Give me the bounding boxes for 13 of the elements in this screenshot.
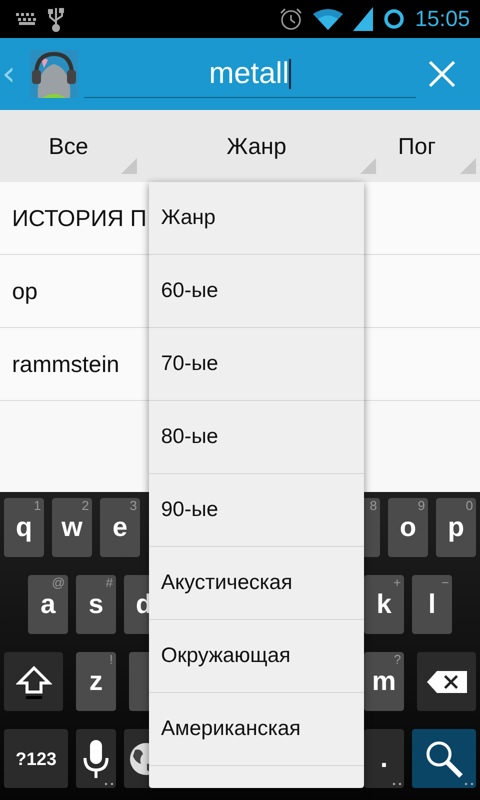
key-hint: 9 — [418, 499, 425, 512]
key-hint: 3 — [130, 499, 137, 512]
key-hint: ? — [394, 653, 401, 666]
key-hint: # — [106, 576, 113, 589]
key-hint: − — [441, 576, 449, 589]
key-hint: 1 — [34, 499, 41, 512]
key-hint: @ — [52, 576, 65, 589]
key-hint: ! — [109, 653, 113, 666]
key-hint: 2 — [82, 499, 89, 512]
key-hint: 0 — [466, 499, 473, 512]
key-hint: + — [393, 576, 401, 589]
key-hint: 8 — [370, 499, 377, 512]
clock-time: 15:05 — [414, 6, 470, 32]
